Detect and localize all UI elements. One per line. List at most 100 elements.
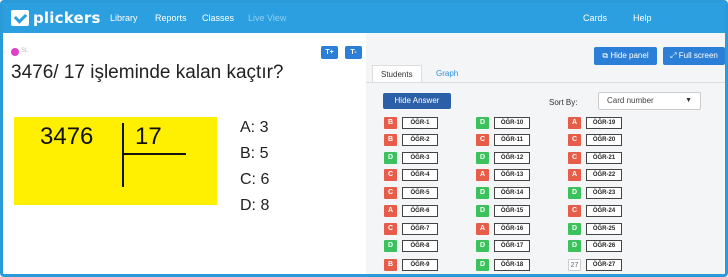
student-name: ÖĞR-6 <box>402 205 438 217</box>
student-name: ÖĞR-3 <box>402 152 438 164</box>
sort-by-label: Sort By: <box>549 98 578 107</box>
student-entry[interactable]: A ÖĞR-13 <box>476 169 530 181</box>
student-entry[interactable]: D ÖĞR-25 <box>568 223 622 235</box>
student-name: ÖĞR-16 <box>494 223 530 235</box>
student-answer-badge: C <box>476 134 489 146</box>
student-entry[interactable]: D ÖĞR-14 <box>476 187 530 199</box>
student-name: ÖĞR-22 <box>586 169 622 181</box>
divisor: 17 <box>135 123 162 150</box>
student-entry[interactable]: D ÖĞR-17 <box>476 240 530 252</box>
student-entry[interactable]: C ÖĞR-5 <box>384 187 438 199</box>
nav-library[interactable]: Library <box>110 13 138 23</box>
student-answer-badge: B <box>384 259 397 271</box>
student-name: ÖĞR-25 <box>586 223 622 235</box>
student-entry[interactable]: D ÖĞR-23 <box>568 187 622 199</box>
student-entry[interactable]: D ÖĞR-15 <box>476 205 530 217</box>
option-a: A: 3 <box>240 119 269 136</box>
hide-answer-button[interactable]: Hide Answer <box>383 93 451 109</box>
logo[interactable]: plickers <box>11 8 101 28</box>
student-answer-badge: C <box>384 223 397 235</box>
question-image: 3476 17 <box>14 117 217 205</box>
student-answer-badge: A <box>384 205 397 217</box>
student-answer-badge: 27 <box>568 259 581 271</box>
student-name: ÖĞR-4 <box>402 169 438 181</box>
sort-by-value: Card number <box>607 96 654 105</box>
student-name: ÖĞR-26 <box>586 240 622 252</box>
student-entry[interactable]: A ÖĞR-19 <box>568 117 622 129</box>
student-entry[interactable]: D ÖĞR-3 <box>384 152 438 164</box>
full-screen-button[interactable]: ⤢ Full screen <box>663 47 725 65</box>
dividend: 3476 <box>40 123 94 150</box>
hide-panel-button[interactable]: ⧉ Hide panel <box>594 47 657 65</box>
division-horizontal-line <box>122 153 186 155</box>
student-entry[interactable]: C ÖĞR-21 <box>568 152 622 164</box>
student-entry[interactable]: A ÖĞR-22 <box>568 169 622 181</box>
student-name: ÖĞR-19 <box>586 117 622 129</box>
student-answer-badge: C <box>384 169 397 181</box>
tab-students[interactable]: Students <box>372 65 422 83</box>
student-entry[interactable]: 27 ÖĞR-27 <box>568 259 622 271</box>
student-entry[interactable]: B ÖĞR-9 <box>384 259 438 271</box>
student-answer-badge: A <box>476 169 489 181</box>
student-entry[interactable]: D ÖĞR-12 <box>476 152 530 164</box>
option-b: B: 5 <box>240 145 269 162</box>
student-entry[interactable]: B ÖĞR-2 <box>384 134 438 146</box>
chevron-down-icon: ▼ <box>685 97 692 104</box>
student-name: ÖĞR-11 <box>494 134 530 146</box>
student-answer-badge: B <box>384 134 397 146</box>
student-name: ÖĞR-5 <box>402 187 438 199</box>
student-entry[interactable]: D ÖĞR-26 <box>568 240 622 252</box>
student-answer-badge: D <box>568 240 581 252</box>
student-answer-badge: C <box>568 134 581 146</box>
decrease-text-size-button[interactable]: T- <box>345 46 362 59</box>
student-answer-badge: D <box>476 117 489 129</box>
student-answer-badge: D <box>384 152 397 164</box>
student-name: ÖĞR-23 <box>586 187 622 199</box>
student-answer-badge: D <box>476 187 489 199</box>
student-entry[interactable]: B ÖĞR-1 <box>384 117 438 129</box>
student-answer-badge: C <box>384 187 397 199</box>
student-answer-badge: D <box>384 240 397 252</box>
student-answer-badge: A <box>568 117 581 129</box>
student-name: ÖĞR-17 <box>494 240 530 252</box>
question-tag: SL <box>21 48 29 54</box>
student-entry[interactable]: D ÖĞR-10 <box>476 117 530 129</box>
student-answer-badge: B <box>384 117 397 129</box>
student-name: ÖĞR-8 <box>402 240 438 252</box>
student-answer-badge: C <box>568 205 581 217</box>
nav-help[interactable]: Help <box>633 13 652 23</box>
question-text: 3476/ 17 işleminde kalan kaçtır? <box>11 62 284 83</box>
student-answer-badge: D <box>476 240 489 252</box>
student-answer-badge: A <box>568 169 581 181</box>
increase-text-size-button[interactable]: T+ <box>321 46 338 59</box>
option-d: D: 8 <box>240 197 270 214</box>
student-entry[interactable]: C ÖĞR-7 <box>384 223 438 235</box>
student-name: ÖĞR-24 <box>586 205 622 217</box>
student-entry[interactable]: C ÖĞR-20 <box>568 134 622 146</box>
student-entry[interactable]: C ÖĞR-4 <box>384 169 438 181</box>
nav-classes[interactable]: Classes <box>202 13 234 23</box>
app-window: plickers Library Reports Classes Live Vi… <box>0 0 728 277</box>
student-entry[interactable]: C ÖĞR-24 <box>568 205 622 217</box>
student-entry[interactable]: A ÖĞR-16 <box>476 223 530 235</box>
student-entry[interactable]: D ÖĞR-8 <box>384 240 438 252</box>
student-name: ÖĞR-7 <box>402 223 438 235</box>
hide-panel-label: Hide panel <box>610 51 649 60</box>
student-name: ÖĞR-1 <box>402 117 438 129</box>
student-answer-badge: A <box>476 223 489 235</box>
top-nav: plickers Library Reports Classes Live Vi… <box>3 3 725 33</box>
student-entry[interactable]: D ÖĞR-18 <box>476 259 530 271</box>
student-entry[interactable]: A ÖĞR-6 <box>384 205 438 217</box>
expand-icon: ⤢ <box>670 51 679 60</box>
student-answer-badge: D <box>568 187 581 199</box>
student-entry[interactable]: C ÖĞR-11 <box>476 134 530 146</box>
nav-live-view[interactable]: Live View <box>248 13 286 23</box>
sort-by-select[interactable]: Card number ▼ <box>598 92 701 110</box>
student-name: ÖĞR-13 <box>494 169 530 181</box>
nav-reports[interactable]: Reports <box>155 13 187 23</box>
tab-divider <box>366 82 725 83</box>
tab-graph[interactable]: Graph <box>428 65 466 82</box>
nav-cards[interactable]: Cards <box>583 13 607 23</box>
full-screen-label: Full screen <box>678 51 718 60</box>
student-answer-badge: D <box>476 205 489 217</box>
